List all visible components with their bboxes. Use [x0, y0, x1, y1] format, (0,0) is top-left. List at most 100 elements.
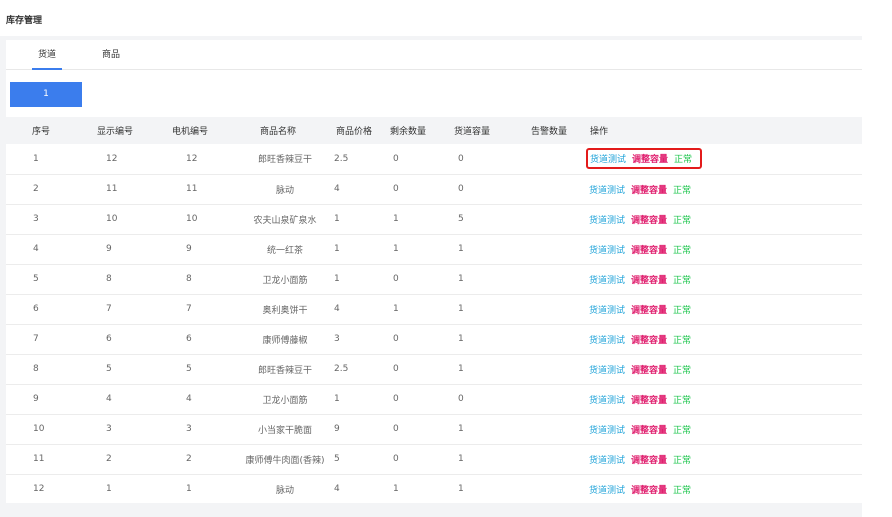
aisle-test-link[interactable]: 货道测试	[589, 213, 625, 226]
header-alarm: 告警数量	[531, 127, 568, 137]
adjust-capacity-link[interactable]: 调整容量	[631, 363, 667, 376]
header-operations: 操作	[590, 127, 609, 137]
cell-operations: 货道测试 调整容量 正常	[586, 144, 862, 174]
cell-motor-no: 9	[186, 244, 192, 254]
cell-price: 2.5	[334, 364, 349, 374]
cell-alarm	[524, 354, 586, 384]
header-index: 序号	[32, 127, 51, 137]
status-normal-label: 正常	[673, 485, 692, 496]
status-normal-label: 正常	[673, 275, 692, 286]
cell-motor-no: 5	[186, 364, 192, 374]
operations-group: 货道测试 调整容量 正常	[586, 451, 700, 468]
aisle-test-link[interactable]: 货道测试	[589, 243, 625, 256]
cell-alarm	[524, 264, 586, 294]
cell-remaining: 1	[393, 244, 399, 254]
cell-price: 1	[334, 394, 340, 404]
operations-group: 货道测试 调整容量 正常	[586, 301, 700, 318]
cell-operations: 货道测试 调整容量 正常	[586, 354, 862, 384]
cell-motor-no: 12	[186, 153, 198, 164]
adjust-capacity-link[interactable]: 调整容量	[631, 453, 667, 466]
cell-product-name: 卫龙小面筋	[262, 275, 308, 286]
table-row: 1 12 12 郎旺香辣豆干 2.5 0 0 货道测试 调整容量 正常	[6, 144, 862, 174]
adjust-capacity-link[interactable]: 调整容量	[631, 333, 667, 346]
status-normal-label: 正常	[673, 215, 692, 226]
cell-product-name: 卫龙小面筋	[262, 395, 308, 406]
cell-capacity: 5	[458, 214, 464, 224]
cell-capacity: 0	[458, 394, 464, 404]
cell-price: 9	[334, 424, 340, 434]
table-row: 11 2 2 康师傅牛肉面(香辣) 5 0 1 货道测试 调整容量 正常	[6, 444, 862, 474]
aisle-test-link[interactable]: 货道测试	[589, 333, 625, 346]
cell-capacity: 1	[458, 274, 464, 284]
adjust-capacity-link[interactable]: 调整容量	[631, 213, 667, 226]
cell-operations: 货道测试 调整容量 正常	[586, 174, 862, 204]
adjust-capacity-link[interactable]: 调整容量	[631, 243, 667, 256]
cell-remaining: 0	[393, 274, 399, 284]
adjust-capacity-link[interactable]: 调整容量	[632, 152, 668, 165]
header-capacity: 货道容量	[454, 127, 491, 137]
cell-price: 1	[334, 274, 340, 284]
adjust-capacity-link[interactable]: 调整容量	[631, 303, 667, 316]
adjust-capacity-link[interactable]: 调整容量	[631, 483, 667, 496]
cell-index: 11	[33, 454, 45, 464]
pager-area: 1	[6, 70, 862, 117]
cell-motor-no: 7	[186, 304, 192, 314]
table-row: 4 9 9 统一红茶 1 1 1 货道测试 调整容量 正常	[6, 234, 862, 264]
cell-operations: 货道测试 调整容量 正常	[586, 384, 862, 414]
cell-remaining: 0	[393, 334, 399, 344]
status-normal-label: 正常	[673, 305, 692, 316]
cell-alarm	[524, 174, 586, 204]
operations-group: 货道测试 调整容量 正常	[586, 271, 700, 288]
status-normal-label: 正常	[673, 425, 692, 436]
adjust-capacity-link[interactable]: 调整容量	[631, 273, 667, 286]
cell-motor-no: 1	[186, 484, 192, 494]
operations-group: 货道测试 调整容量 正常	[586, 331, 700, 348]
table-row: 6 7 7 奥利奥饼干 4 1 1 货道测试 调整容量 正常	[6, 294, 862, 324]
adjust-capacity-link[interactable]: 调整容量	[631, 393, 667, 406]
operations-group: 货道测试 调整容量 正常	[586, 391, 700, 408]
cell-alarm	[524, 384, 586, 414]
aisle-test-link[interactable]: 货道测试	[589, 423, 625, 436]
aisle-test-link[interactable]: 货道测试	[589, 363, 625, 376]
aisle-test-link[interactable]: 货道测试	[589, 483, 625, 496]
tab-product[interactable]: 商品	[96, 40, 126, 70]
cell-price: 4	[334, 304, 340, 314]
cell-display-no: 2	[106, 454, 112, 464]
operations-group: 货道测试 调整容量 正常	[586, 181, 700, 198]
cell-display-no: 8	[106, 274, 112, 284]
aisle-test-link[interactable]: 货道测试	[589, 303, 625, 316]
cell-alarm	[524, 234, 586, 264]
tab-bar: 货道 商品	[6, 40, 862, 70]
status-normal-label: 正常	[673, 335, 692, 346]
status-normal-label: 正常	[673, 395, 692, 406]
cell-index: 8	[33, 364, 39, 374]
cell-product-name: 郎旺香辣豆干	[257, 365, 312, 376]
page-title: 库存管理	[6, 16, 43, 26]
inventory-table: 序号 显示编号 电机编号 商品名称 商品价格 剩余数量 货道容量 告警数量 操作…	[6, 117, 862, 505]
cell-index: 5	[33, 274, 39, 284]
aisle-test-link[interactable]: 货道测试	[590, 152, 626, 165]
cell-price: 1	[334, 214, 340, 224]
cell-remaining: 0	[393, 394, 399, 404]
page-1-button[interactable]: 1	[10, 82, 82, 107]
cell-motor-no: 6	[186, 334, 192, 344]
aisle-test-link[interactable]: 货道测试	[589, 393, 625, 406]
cell-remaining: 1	[393, 484, 399, 494]
aisle-test-link[interactable]: 货道测试	[589, 453, 625, 466]
table-row: 5 8 8 卫龙小面筋 1 0 1 货道测试 调整容量 正常	[6, 264, 862, 294]
cell-operations: 货道测试 调整容量 正常	[586, 414, 862, 444]
aisle-test-link[interactable]: 货道测试	[589, 273, 625, 286]
adjust-capacity-link[interactable]: 调整容量	[631, 183, 667, 196]
cell-remaining: 1	[393, 304, 399, 314]
tab-aisle[interactable]: 货道	[32, 40, 62, 70]
table-row: 2 11 11 脉动 4 0 0 货道测试 调整容量 正常	[6, 174, 862, 204]
cell-operations: 货道测试 调整容量 正常	[586, 294, 862, 324]
operations-group: 货道测试 调整容量 正常	[586, 211, 700, 228]
header-price: 商品价格	[336, 127, 373, 137]
header-product-name: 商品名称	[260, 127, 297, 137]
cell-display-no: 3	[106, 424, 112, 434]
cell-capacity: 1	[458, 334, 464, 344]
aisle-test-link[interactable]: 货道测试	[589, 183, 625, 196]
cell-operations: 货道测试 调整容量 正常	[586, 204, 862, 234]
adjust-capacity-link[interactable]: 调整容量	[631, 423, 667, 436]
